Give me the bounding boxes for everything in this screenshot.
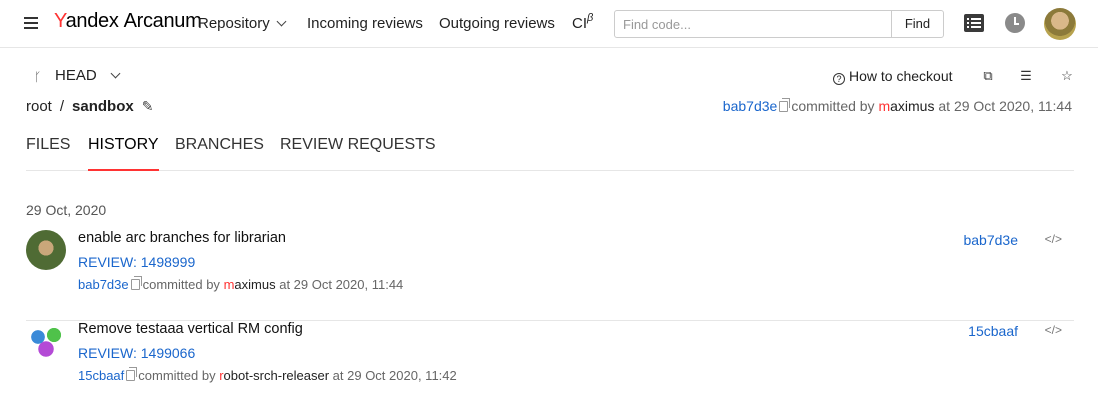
user-initial: m [878,98,891,114]
code-icon[interactable]: </> [1045,323,1062,337]
last-commit-hash[interactable]: bab7d3e [723,98,778,114]
commit-user[interactable]: maximus [224,277,276,292]
commit-time: at 29 Oct 2020, 11:44 [279,277,404,292]
breadcrumb-root[interactable]: root [26,98,52,115]
branch-icon: ᚴ [34,70,42,84]
commit-meta: bab7d3e committed by maximus at 29 Oct 20… [78,276,404,292]
list-icon[interactable] [964,14,984,32]
nav-ci[interactable]: CIβ [572,12,594,32]
breadcrumb-current: sandbox [72,98,134,115]
logo[interactable]: Yandex Arcanum [54,10,202,33]
nav-repository[interactable]: Repository [198,15,287,32]
logo-brand: andex [65,10,119,32]
menu-icon[interactable] [24,17,38,29]
ref-toolbar: ᚴ HEAD ? How to checkout ⧉ ☰ ☆ [0,64,1098,88]
history-date: 29 Oct, 2020 [26,202,107,218]
nav-repository-label: Repository [198,15,270,32]
chevron-down-icon [276,16,287,27]
user-name-rest: obot-srch-releaser [223,368,330,383]
chevron-down-icon[interactable] [110,68,121,79]
list-view-icon[interactable]: ☰ [1019,69,1033,83]
author-avatar[interactable] [26,230,66,270]
how-to-checkout-button[interactable]: ? How to checkout [833,68,953,85]
review-link[interactable]: REVIEW: 1499066 [78,345,195,361]
top-bar: Yandex Arcanum Repository Incoming review… [0,0,1098,48]
tab-history[interactable]: HISTORY [88,136,159,171]
commit-row: enable arc branches for librarian REVIEW… [26,230,1074,321]
commit-meta: 15cbaaf committed by robot-srch-releaser … [78,367,457,383]
logo-letter: Y [54,10,66,32]
search-box: Find [614,10,944,38]
user-name-rest: aximus [234,277,276,292]
commit-message[interactable]: Remove testaaa vertical RM config [78,321,303,337]
commit-message[interactable]: enable arc branches for librarian [78,230,286,246]
commit-hash[interactable]: 15cbaaf [78,368,124,383]
search-input[interactable] [615,11,893,37]
last-commit-time: at 29 Oct 2020, 11:44 [938,98,1072,114]
committed-by-label: committed by [142,277,220,292]
find-button[interactable]: Find [891,11,943,37]
user-initial: m [223,277,235,292]
commit-row: Remove testaaa vertical RM config REVIEW… [26,321,1074,409]
last-commit-user[interactable]: maximus [878,98,934,114]
copy-icon[interactable] [130,276,142,290]
pencil-icon[interactable]: ✎ [142,98,154,115]
tab-files[interactable]: FILES [26,136,70,171]
commit-time: at 29 Oct 2020, 11:42 [332,368,457,383]
code-icon[interactable]: </> [1045,232,1062,246]
question-icon: ? [833,73,845,85]
logo-product: Arcanum [123,10,202,32]
commit-hash-right[interactable]: 15cbaaf [968,323,1018,339]
commit-hash-right[interactable]: bab7d3e [963,232,1018,248]
star-icon[interactable]: ☆ [1060,69,1074,83]
review-link[interactable]: REVIEW: 1498999 [78,254,195,270]
ref-selector[interactable]: HEAD [55,67,97,84]
nav-incoming-reviews[interactable]: Incoming reviews [307,15,423,32]
nav-ci-beta: β [587,12,594,24]
clock-icon[interactable] [1005,13,1025,33]
last-commit-info: bab7d3e committed by maximus at 29 Oct 20… [723,98,1072,114]
author-avatar[interactable] [26,321,66,361]
committed-by-label: committed by [791,98,875,114]
tab-review-requests[interactable]: REVIEW REQUESTS [280,136,436,171]
tab-bar: FILES HISTORY BRANCHES REVIEW REQUESTS [26,136,1074,171]
how-to-checkout-label: How to checkout [849,68,953,84]
nav-ci-label: CI [572,15,587,32]
user-name-rest: aximus [890,98,935,114]
copy-icon[interactable]: ⧉ [981,69,995,83]
tab-branches[interactable]: BRANCHES [175,136,264,171]
user-avatar[interactable] [1044,8,1076,40]
committed-by-label: committed by [138,368,216,383]
breadcrumb: root / sandbox ✎ [26,98,153,115]
commit-hash[interactable]: bab7d3e [78,277,129,292]
commit-user[interactable]: robot-srch-releaser [219,368,329,383]
nav-outgoing-reviews[interactable]: Outgoing reviews [439,15,555,32]
breadcrumb-separator: / [59,98,65,115]
copy-icon[interactable] [126,367,138,381]
copy-icon[interactable] [779,98,791,112]
